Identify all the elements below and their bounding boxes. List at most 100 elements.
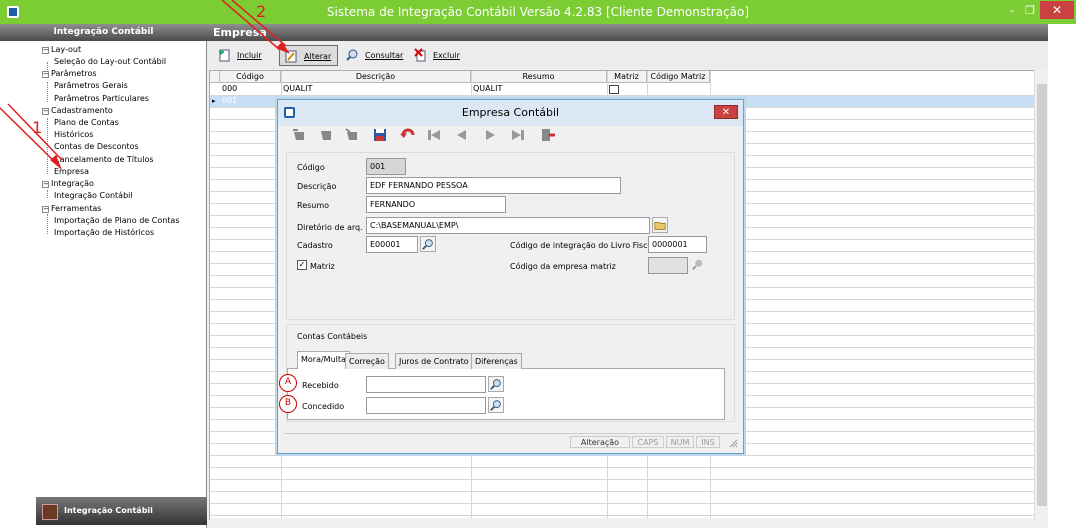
tree-group-ferramentas[interactable]: − Ferramentas <box>42 204 101 214</box>
tab-mora-multa[interactable]: Mora/Multa <box>297 351 350 369</box>
window-close-button[interactable]: ✕ <box>1040 1 1074 19</box>
cadastro-field[interactable]: E00001 <box>366 236 418 253</box>
sidebar-header: Integração Contábil <box>0 24 207 41</box>
tree-group-integracao[interactable]: − Integração <box>42 179 94 189</box>
tree-item-empresa[interactable]: Empresa <box>54 167 89 177</box>
label-descricao: Descrição <box>297 182 337 191</box>
cell-descricao[interactable]: QUALIT <box>281 83 471 95</box>
label-codigo: Código <box>297 163 325 172</box>
dialog-app-icon <box>284 107 295 118</box>
minimize-button[interactable]: – <box>1002 4 1022 18</box>
tree-item-integracao-contabil[interactable]: Integração Contábil <box>54 191 133 201</box>
tree-group-parametros[interactable]: − Parâmetros <box>42 69 97 79</box>
collapse-icon[interactable]: − <box>42 71 49 78</box>
tree-item-importacao-historicos[interactable]: Importação de Históricos <box>54 228 154 238</box>
resumo-field[interactable]: FERNANDO <box>366 196 506 213</box>
undo-icon[interactable] <box>400 128 416 142</box>
label-diretorio: Diretório de arq. <box>297 223 363 232</box>
diretorio-field[interactable]: C:\BASEMANUAL\EMP\ <box>366 217 650 234</box>
add-document-icon <box>219 49 230 62</box>
delete-icon <box>414 48 426 62</box>
tree-group-cadastramento[interactable]: − Cadastramento <box>42 106 113 116</box>
cell-matriz-checkbox[interactable] <box>609 85 619 94</box>
tree-item-selecao-layout[interactable]: Seleção do Lay-out Contábil <box>54 57 166 67</box>
cell-resumo[interactable]: QUALIT <box>471 83 607 95</box>
tree-line <box>47 82 48 102</box>
module-icon <box>42 504 58 520</box>
tree-line <box>47 118 48 174</box>
horizontal-scrollbar[interactable] <box>210 518 1034 528</box>
vertical-scrollbar[interactable] <box>1034 70 1048 522</box>
empresa-contabil-dialog: Empresa Contábil ✕ Código 001 Descrição … <box>277 99 744 454</box>
cod-livro-fiscal-field[interactable]: 0000001 <box>648 236 707 253</box>
annotation-badge-a: A <box>279 374 297 392</box>
tree-item-cancelamento-titulos[interactable]: Cancelamento de Títulos <box>54 155 154 165</box>
next-record-icon[interactable] <box>482 128 498 142</box>
incluir-button[interactable]: Incluir <box>213 45 262 66</box>
last-record-icon[interactable] <box>510 128 526 142</box>
first-record-icon[interactable] <box>426 128 442 142</box>
panel-title: Empresa <box>207 24 1048 41</box>
status-caps: CAPS <box>632 436 664 448</box>
restore-button[interactable]: ❐ <box>1020 4 1040 18</box>
excluir-button[interactable]: Excluir <box>409 45 460 66</box>
previous-record-icon[interactable] <box>454 128 470 142</box>
alterar-button[interactable]: Alterar <box>279 45 339 66</box>
matriz-checkbox[interactable]: ✓ <box>297 260 307 270</box>
tree-item-historicos[interactable]: Históricos <box>54 130 93 140</box>
annotation-number-1: 1 <box>32 118 43 137</box>
tab-correcao[interactable]: Correção <box>345 353 389 369</box>
tree-group-layout[interactable]: − Lay-out <box>42 45 81 55</box>
folder-browse-icon[interactable] <box>652 217 668 233</box>
recebido-field[interactable] <box>366 376 486 393</box>
cell-codigo[interactable]: 001 <box>220 95 281 107</box>
consultar-button[interactable]: Consultar <box>341 45 403 66</box>
sidebar-footer-module[interactable]: Integração Contábil <box>36 497 207 525</box>
status-mode: Alteração <box>570 436 630 448</box>
annotation-number-2: 2 <box>256 2 267 21</box>
tree-item-importacao-plano[interactable]: Importação de Plano de Contas <box>54 216 180 226</box>
resize-grip-icon[interactable] <box>728 438 738 448</box>
tree-item-parametros-gerais[interactable]: Parâmetros Gerais <box>54 81 128 91</box>
tree-item-plano-de-contas[interactable]: Plano de Contas <box>54 118 119 128</box>
exit-door-icon[interactable] <box>540 128 556 142</box>
label-contas-contabeis: Contas Contábeis <box>297 332 368 341</box>
annotation-badge-b: B <box>279 395 297 413</box>
label-resumo: Resumo <box>297 201 330 210</box>
descricao-field[interactable]: EDF FERNANDO PESSOA <box>366 177 621 194</box>
tab-panel <box>287 368 725 420</box>
grid-corner <box>210 71 220 83</box>
concedido-field[interactable] <box>366 397 486 414</box>
collapse-icon[interactable]: − <box>42 47 49 54</box>
copy-record-icon[interactable] <box>318 128 334 142</box>
tab-diferencas[interactable]: Diferenças <box>471 353 522 369</box>
cell-codigo[interactable]: 000 <box>220 83 281 95</box>
row-pointer-icon: ▸ <box>212 97 216 105</box>
column-header-matriz[interactable]: Matriz <box>607 71 647 83</box>
collapse-icon[interactable]: − <box>42 181 49 188</box>
collapse-icon[interactable]: − <box>42 206 49 213</box>
dialog-close-button[interactable]: ✕ <box>714 105 738 119</box>
scroll-thumb[interactable] <box>1037 84 1047 506</box>
search-icon[interactable] <box>488 397 504 413</box>
edit-pencil-icon <box>285 50 297 63</box>
tree-item-contas-descontos[interactable]: Contas de Descontos <box>54 142 139 152</box>
codigo-field[interactable]: 001 <box>366 158 406 175</box>
save-icon[interactable] <box>372 128 388 142</box>
column-header-descricao[interactable]: Descrição <box>281 71 471 83</box>
first-insert-icon[interactable] <box>292 128 308 142</box>
column-header-codigo[interactable]: Código <box>220 71 281 83</box>
search-icon[interactable] <box>488 376 504 392</box>
label-matriz: Matriz <box>310 262 335 271</box>
collapse-icon[interactable]: − <box>42 108 49 115</box>
status-ins: INS <box>696 436 720 448</box>
search-icon[interactable] <box>420 236 436 252</box>
column-header-codigo-matriz[interactable]: Código Matriz <box>647 71 710 83</box>
tree-item-parametros-particulares[interactable]: Parâmetros Particulares <box>54 94 149 104</box>
column-header-resumo[interactable]: Resumo <box>471 71 607 83</box>
dialog-statusbar: Alteração CAPS NUM INS <box>284 433 739 449</box>
search-icon <box>346 49 358 61</box>
toolbar: Incluir Alterar Consultar Excluir <box>207 41 1048 69</box>
duplicate-record-icon[interactable] <box>344 128 360 142</box>
tab-juros-contrato[interactable]: Juros de Contrato <box>395 353 473 369</box>
